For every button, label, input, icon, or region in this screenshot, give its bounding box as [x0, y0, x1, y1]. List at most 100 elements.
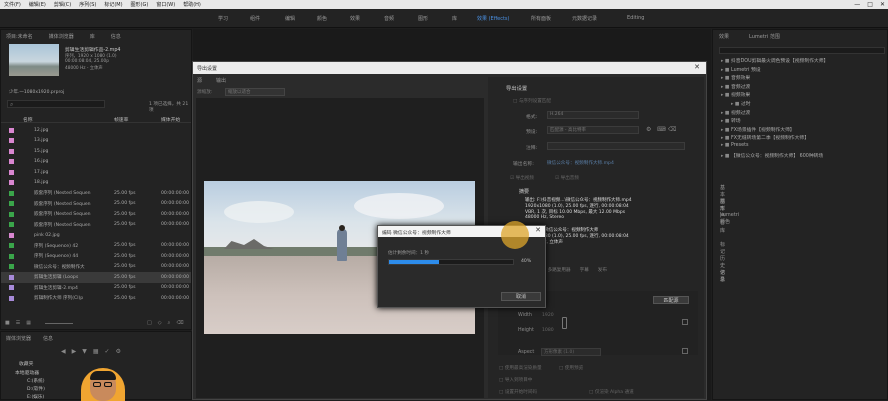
width-checkbox[interactable] — [682, 319, 688, 325]
panel-section-header[interactable]: 库 — [720, 227, 725, 234]
close-icon[interactable]: ✕ — [880, 1, 885, 8]
panel-section-header[interactable]: 标记 — [720, 241, 725, 255]
panel-section-header[interactable]: Lumetri 颜色 — [720, 212, 739, 225]
tree-local-drives[interactable]: 本地驱动器 — [15, 369, 39, 376]
tree-drive-e[interactable]: E:(娱乐) — [27, 394, 44, 400]
preset-select[interactable]: 匹配源 - 高比特率 — [547, 126, 639, 134]
project-row[interactable]: 剪辑制作大师 序列(Cl)p 25.00 fps 00:00:00:00 — [1, 293, 191, 304]
project-row[interactable]: 微信公众号：视频制作大 25.00 fps 00:00:00:00 — [1, 262, 191, 273]
tab-media-browser[interactable]: 媒体浏览器 — [49, 33, 74, 40]
project-row[interactable]: 16.jpg — [1, 157, 191, 168]
match-sequence-checkbox[interactable]: □ 与序列设置匹配 — [513, 98, 551, 104]
output-name-link[interactable]: 微信公众号：视频制作大师.mp4 — [547, 160, 614, 166]
workspace-all-panels[interactable]: 所有面板 — [531, 15, 551, 22]
tab-lumetri-scopes[interactable]: Lumetri 范围 — [749, 33, 780, 40]
settings-icon[interactable]: ⚙ — [116, 348, 121, 355]
project-row[interactable]: 序列 (Sequence) 44 25.00 fps 00:00:00:00 — [1, 251, 191, 262]
tool-icon[interactable]: ✓ — [105, 348, 110, 355]
menu-file[interactable]: 文件(F) — [4, 1, 21, 8]
max-quality-checkbox[interactable]: □ 使用最高渲染质量 — [499, 365, 542, 371]
project-row[interactable]: 嵌套序列 (Nested Sequen 25.00 fps 00:00:00:00 — [1, 188, 191, 199]
filter-icon[interactable]: ▼ — [82, 348, 87, 355]
import-preset-icon[interactable]: ⌨ — [657, 126, 666, 133]
trash-icon[interactable]: ⌫ — [176, 320, 183, 326]
project-row[interactable]: 12.jpg — [1, 125, 191, 136]
effects-tree-item[interactable]: ▸ ■ 【微信公众号：视频制作大师】 600种转场 — [721, 152, 823, 159]
effects-tree-item[interactable]: ▸ ■ 过时 — [731, 100, 751, 107]
tab-info[interactable]: 信息 — [111, 33, 121, 40]
workspace-audio[interactable]: 音频 — [384, 15, 394, 22]
link-dimensions-icon[interactable] — [562, 317, 567, 329]
workspace-metadata[interactable]: 元数据记录 — [572, 15, 597, 22]
forward-icon[interactable]: ▶ — [72, 348, 77, 355]
effects-tree-item[interactable]: ▸ ■ 抖音DOU剪辑最火调色预设【视频制作大师】 — [721, 57, 828, 64]
format-select[interactable]: H.264 — [547, 111, 639, 119]
menu-sequence[interactable]: 序列(S) — [79, 1, 96, 8]
col-name[interactable]: 名称 — [23, 116, 33, 123]
tab-effects[interactable]: 效果 — [719, 33, 729, 40]
workspace-learn[interactable]: 学习 — [218, 15, 228, 22]
workspace-effects-active[interactable]: 效果 (Effects) — [477, 15, 510, 22]
workspace-libraries[interactable]: 库 — [452, 15, 457, 22]
icon-view-icon[interactable]: ▦ — [26, 320, 31, 326]
effects-tree-item[interactable]: ▸ ■ 转场 — [721, 117, 741, 124]
project-row[interactable]: 剪辑生活剪辑 (Loops 25.00 fps 00:00:00:00 — [1, 272, 191, 283]
effects-tree-item[interactable]: ▸ ■ FX无缝转场第二季【视频制作大师】 — [721, 134, 809, 141]
effects-tree-item[interactable]: ▸ ■ Presets — [721, 143, 748, 148]
save-preset-icon[interactable]: ⚙ — [646, 126, 651, 133]
source-scaling-select[interactable]: 缩放以适合 — [225, 88, 285, 96]
tab-libraries[interactable]: 库 — [90, 33, 95, 40]
project-row[interactable]: 嵌套序列 (Nested Sequen 25.00 fps 00:00:00:00 — [1, 209, 191, 220]
tree-favorites[interactable]: 收藏夹 — [19, 360, 33, 367]
project-row[interactable]: 序列 (Sequence) 42 25.00 fps 00:00:00:00 — [1, 241, 191, 252]
height-value[interactable]: 1080 — [542, 328, 554, 333]
delete-preset-icon[interactable]: ⌫ — [668, 126, 676, 133]
maximize-icon[interactable]: □ — [867, 1, 873, 8]
col-media-start[interactable]: 媒体开始 — [161, 116, 180, 123]
close-icon[interactable]: ✕ — [535, 226, 541, 234]
tab-source[interactable]: 源 — [197, 77, 202, 84]
menu-marker[interactable]: 标记(M) — [104, 1, 122, 8]
start-timecode-checkbox[interactable]: □ 设置开始时间码 — [499, 389, 537, 395]
menu-help[interactable]: 帮助(H) — [183, 1, 201, 8]
effects-tree-item[interactable]: ▸ ■ Lumetri 预设 — [721, 66, 761, 73]
workspace-color[interactable]: 颜色 — [317, 15, 327, 22]
project-row[interactable]: 15.jpg — [1, 146, 191, 157]
tab-media-browser-2[interactable]: 媒体浏览器 — [6, 335, 31, 342]
search-icon-2[interactable]: ⌕ — [168, 320, 171, 326]
effects-search-input[interactable] — [719, 47, 885, 54]
effects-tree-item[interactable]: ▸ ■ 视频过渡 — [721, 109, 750, 116]
tab-publish[interactable]: 发布 — [598, 267, 607, 273]
effects-tree-item[interactable]: ▸ ■ FX场景插件【视频制作大师】 — [721, 126, 795, 133]
export-video-checkbox[interactable]: ☑ 导出视频 — [510, 175, 534, 181]
cancel-button[interactable]: 取消 — [501, 292, 541, 301]
import-project-checkbox[interactable]: □ 导入到项目中 — [499, 377, 532, 383]
tab-captions[interactable]: 字幕 — [580, 267, 589, 273]
zoom-slider[interactable] — [44, 322, 73, 324]
tree-drive-c[interactable]: C:(系统) — [27, 378, 45, 384]
project-row[interactable]: 18.jpg — [1, 178, 191, 189]
export-audio-checkbox[interactable]: ☑ 导出音频 — [555, 175, 579, 181]
lock-icon[interactable]: ■ — [5, 320, 10, 326]
project-row[interactable]: 嵌套序列 (Nested Sequen 25.00 fps 00:00:00:00 — [1, 199, 191, 210]
match-source-button[interactable]: 匹配源 — [653, 296, 689, 304]
col-fps[interactable]: 帧速率 — [114, 116, 128, 123]
list-view-icon[interactable]: ☰ — [16, 320, 20, 326]
width-value[interactable]: 1920 — [542, 313, 554, 318]
project-search-input[interactable]: ⌕ — [7, 100, 105, 108]
menu-window[interactable]: 窗口(W) — [156, 1, 175, 8]
effects-tree-item[interactable]: ▸ ■ 音频效果 — [721, 74, 750, 81]
aspect-select[interactable]: 方形像素 (1.0) — [541, 348, 601, 356]
minimize-icon[interactable]: — — [854, 1, 860, 8]
workspace-editing-en[interactable]: Editing — [627, 15, 644, 21]
project-row[interactable]: 13.jpg — [1, 136, 191, 147]
workspace-graphics[interactable]: 图形 — [418, 15, 428, 22]
use-previews-checkbox[interactable]: □ 使用预览 — [559, 365, 583, 371]
menu-edit[interactable]: 编辑(E) — [29, 1, 46, 8]
close-icon[interactable]: ✕ — [694, 63, 700, 71]
new-bin-icon[interactable]: □ — [147, 320, 152, 326]
tab-multiplexer[interactable]: 多路复用器 — [548, 267, 571, 273]
project-row[interactable]: 嵌套序列 (Nested Sequen 25.00 fps 00:00:00:00 — [1, 220, 191, 231]
view-icon[interactable]: ▦ — [93, 348, 99, 355]
menu-clip[interactable]: 剪辑(C) — [54, 1, 71, 8]
